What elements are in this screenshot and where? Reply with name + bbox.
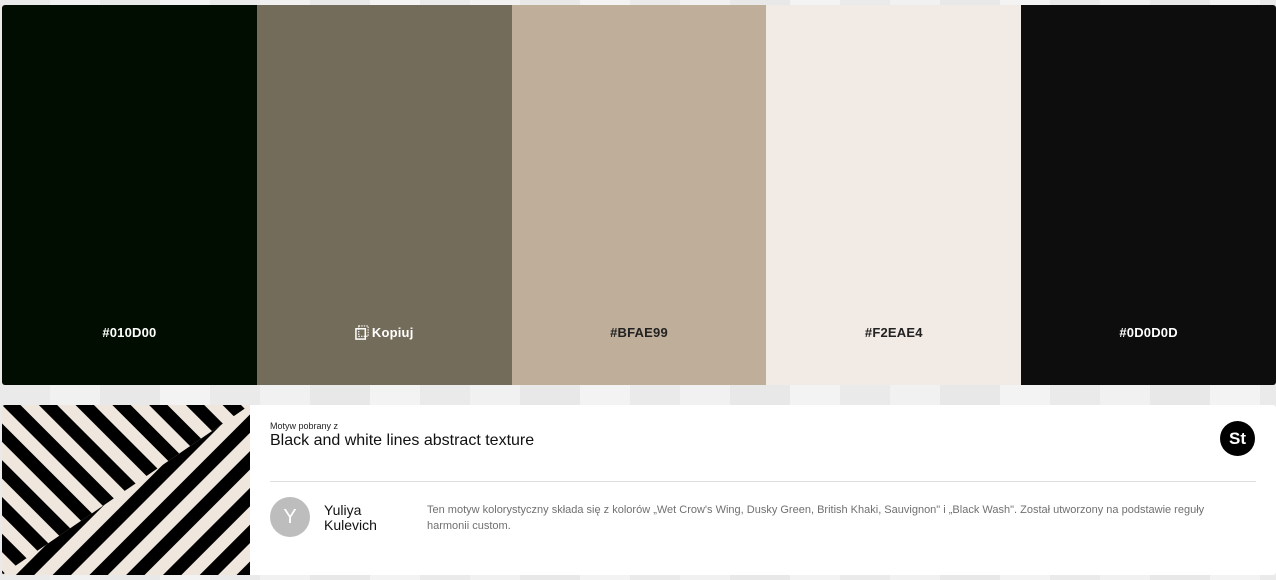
adobe-stock-icon[interactable]: St [1220, 421, 1255, 456]
avatar[interactable]: Y [270, 497, 310, 537]
source-label: Motyw pobrany z [270, 421, 339, 431]
swatch-5[interactable]: #0D0D0D [1021, 5, 1276, 385]
swatch-hex-label: #BFAE99 [610, 325, 668, 340]
author-name[interactable]: Yuliya Kulevich [324, 503, 404, 533]
swatch-2[interactable]: Kopiuj [256, 5, 512, 385]
theme-info-card: Motyw pobrany z Black and white lines ab… [2, 405, 1276, 575]
swatch-copy-action[interactable]: Kopiuj [257, 325, 512, 343]
source-image-thumbnail[interactable] [2, 405, 250, 575]
swatch-hex-label: #010D00 [102, 325, 157, 340]
color-swatches: #010D00 Kopiuj #BFAE99 #F2EAE4 #0D0D0D [2, 5, 1276, 385]
swatch-3[interactable]: #BFAE99 [511, 5, 767, 385]
theme-description: Ten motyw kolorystyczny składa się z kol… [427, 504, 1205, 532]
swatch-1[interactable]: #010D00 [2, 5, 257, 385]
swatch-hex-label: #F2EAE4 [864, 325, 923, 340]
divider [270, 481, 1256, 482]
swatch-4[interactable]: #F2EAE4 [766, 5, 1022, 385]
theme-title-link[interactable]: Black and white lines abstract texture [270, 432, 534, 450]
copy-label: Kopiuj [371, 325, 414, 340]
copy-icon [355, 325, 369, 340]
swatch-hex-label: #0D0D0D [1119, 325, 1178, 340]
striped-texture-image [2, 405, 250, 575]
